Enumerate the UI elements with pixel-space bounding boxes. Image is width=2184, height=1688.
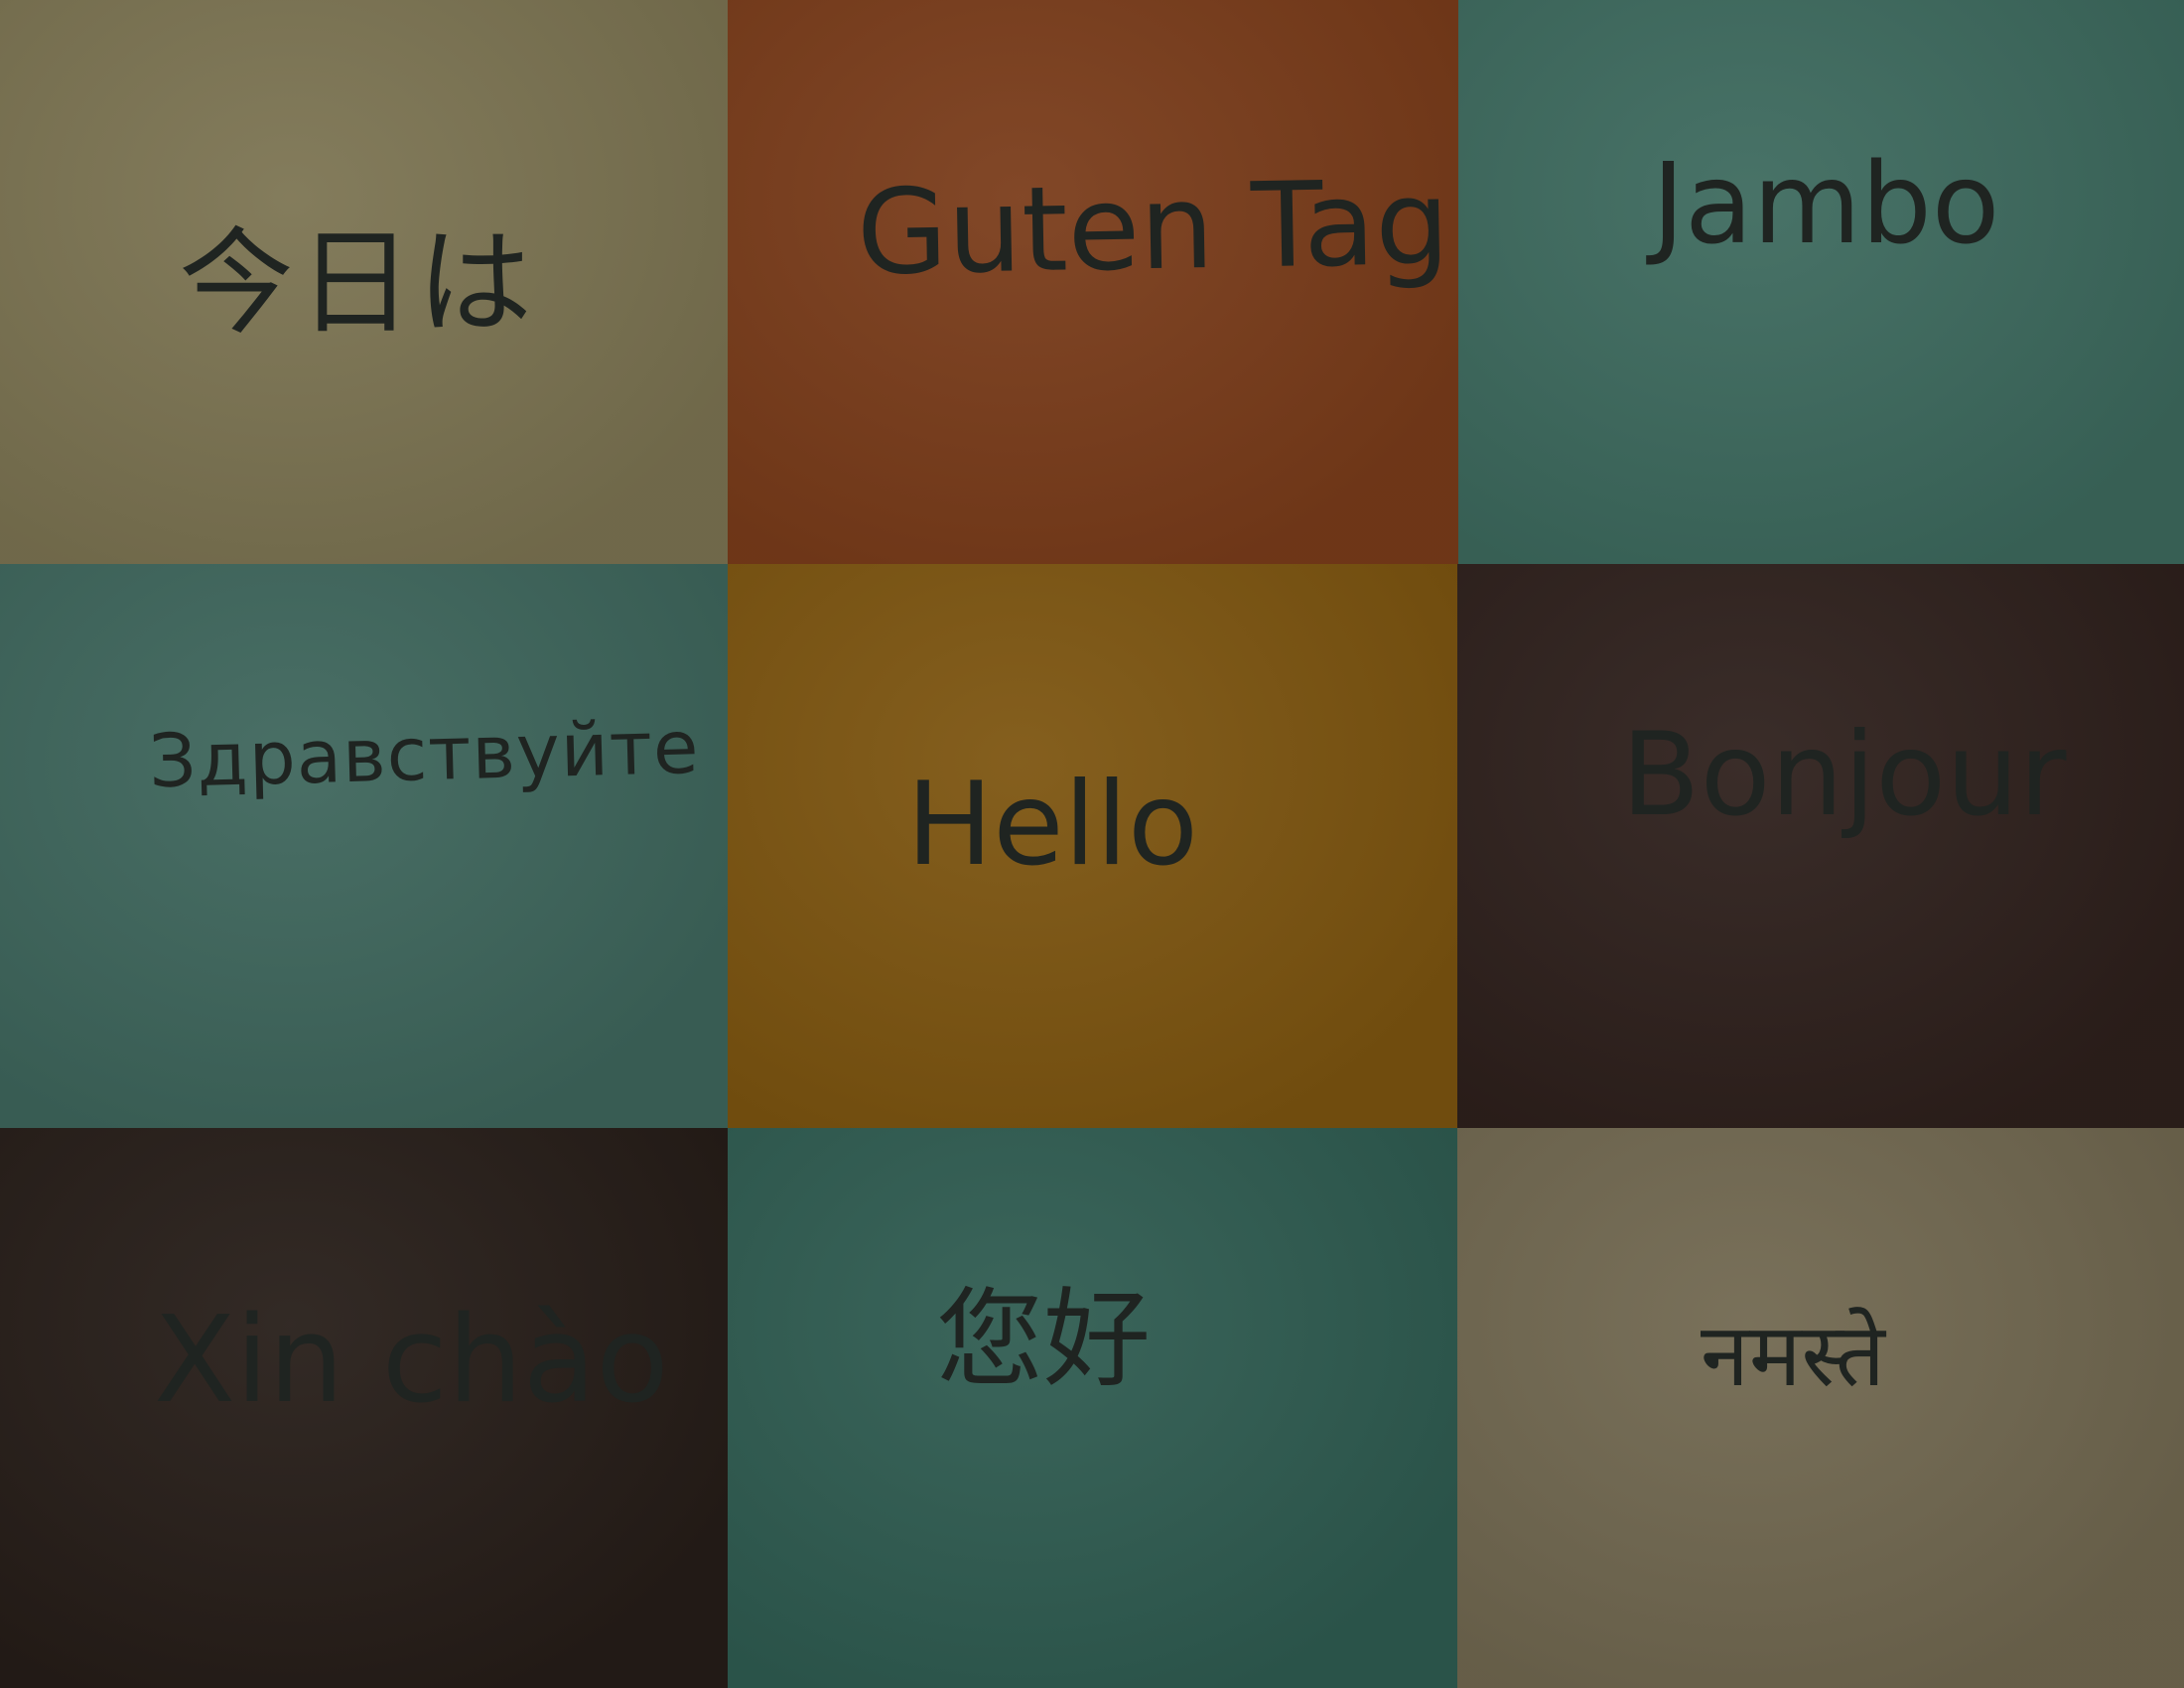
card-japanese: 今日は <box>0 0 728 564</box>
card-russian: Здравствуйте <box>0 564 728 1128</box>
card-vietnamese: Xin chào <box>0 1128 728 1688</box>
greeting-vietnamese: Xin chào <box>154 1292 669 1430</box>
greeting-swahili: Jambo <box>1652 140 2000 269</box>
card-english: Hello <box>728 564 1457 1128</box>
greeting-japanese: 今日は <box>179 216 536 351</box>
card-german: Guten Tag <box>728 0 1458 564</box>
greeting-english: Hello <box>906 758 1199 892</box>
card-french: Bonjour <box>1457 564 2184 1128</box>
greeting-french: Bonjour <box>1621 708 2067 842</box>
greeting-german: Guten Tag <box>855 153 1451 302</box>
card-swahili: Jambo <box>1458 0 2184 564</box>
greeting-hindi: नमस्ते <box>1701 1304 1885 1406</box>
greeting-russian: Здравствуйте <box>147 704 701 805</box>
greeting-chinese: 您好 <box>936 1278 1152 1402</box>
greeting-card-grid: 今日は Guten Tag Jambo Здравствуйте Hello B… <box>0 0 2184 1688</box>
card-hindi: नमस्ते <box>1457 1128 2184 1688</box>
card-chinese: 您好 <box>728 1128 1457 1688</box>
